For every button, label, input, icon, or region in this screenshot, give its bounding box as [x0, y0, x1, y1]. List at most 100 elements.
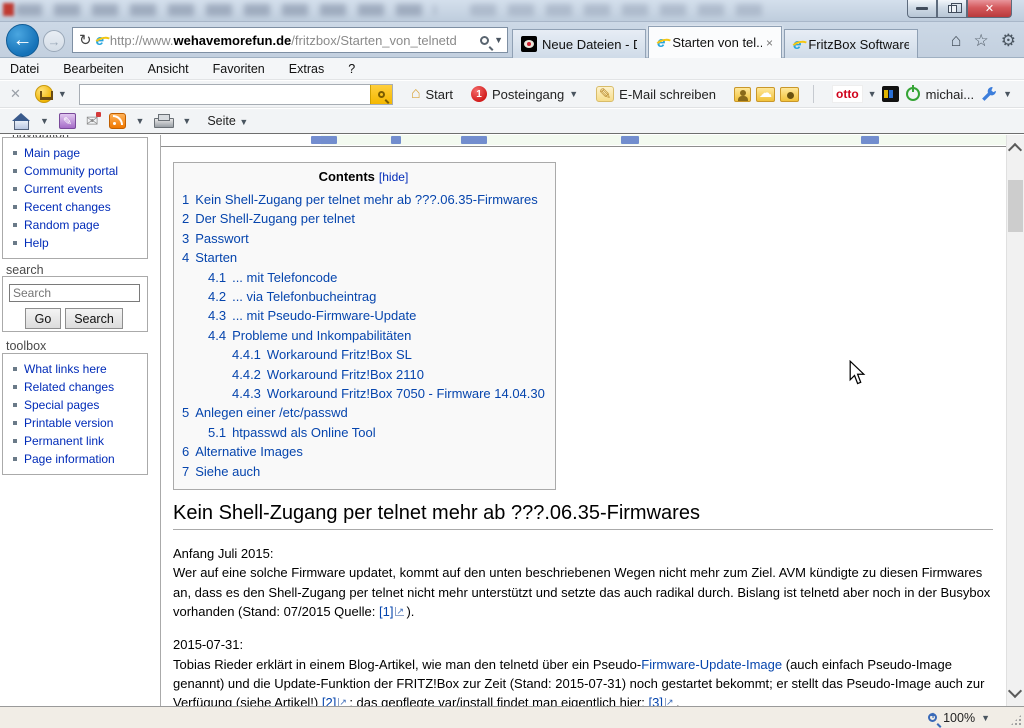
toc-number: 4.4.1 — [232, 347, 261, 362]
chevron-down-icon[interactable]: ▼ — [1003, 89, 1012, 99]
sidebar-link[interactable]: Printable version — [24, 416, 113, 430]
sidebar-link[interactable]: Permanent link — [24, 434, 104, 448]
scroll-down-icon[interactable] — [1010, 688, 1020, 698]
toc-link[interactable]: 4.3... mit Pseudo-Firmware-Update — [208, 308, 416, 323]
shopping-bag-icon[interactable] — [882, 86, 899, 102]
chevron-down-icon[interactable]: ▼ — [182, 116, 191, 126]
start-button[interactable]: ⌂ Start — [411, 85, 453, 103]
chevron-down-icon[interactable]: ▼ — [981, 713, 990, 723]
url-text[interactable]: http://www.wehavemorefun.de/fritzbox/Sta… — [110, 33, 457, 48]
camera-icon[interactable] — [780, 87, 799, 102]
mouse-cursor — [847, 360, 867, 386]
tab-close-icon[interactable]: × — [766, 36, 773, 50]
go-button[interactable]: Go — [25, 308, 61, 329]
toc-link[interactable]: 4.2... via Telefonbucheintrag — [208, 289, 376, 304]
wiki-search-input[interactable] — [9, 284, 140, 302]
tab-neue-dateien[interactable]: Neue Dateien - Do... — [512, 29, 646, 58]
toc-link[interactable]: 4Starten — [182, 250, 237, 265]
chevron-down-icon[interactable]: ▼ — [868, 89, 877, 99]
sidebar-link[interactable]: Current events — [24, 182, 103, 196]
sidebar-link[interactable]: Recent changes — [24, 200, 111, 214]
toc-link[interactable]: 5Anlegen einer /etc/passwd — [182, 405, 348, 420]
menu-item[interactable]: Bearbeiten — [63, 62, 123, 76]
toolbar-logo-icon[interactable] — [35, 85, 53, 103]
address-bar[interactable]: ↻ e http://www.wehavemorefun.de/fritzbox… — [72, 27, 508, 53]
search-icon[interactable] — [480, 36, 489, 45]
toc-link[interactable]: 7Siehe auch — [182, 464, 260, 479]
close-button[interactable]: ✕ — [967, 0, 1012, 18]
toc-number: 4.4.3 — [232, 386, 261, 401]
menu-item[interactable]: Datei — [10, 62, 39, 76]
chevron-down-icon[interactable]: ▼ — [494, 35, 503, 45]
tab-fritzbox-software[interactable]: e FritzBox Software ... — [784, 29, 918, 58]
toolbar-search-button[interactable] — [370, 85, 392, 104]
toc-link[interactable]: 2Der Shell-Zugang per telnet — [182, 211, 355, 226]
sidebar-link[interactable]: Main page — [24, 146, 80, 160]
chevron-down-icon[interactable]: ▼ — [569, 89, 578, 99]
restore-button[interactable] — [937, 0, 967, 18]
toc-link[interactable]: 3Passwort — [182, 231, 249, 246]
forward-button[interactable]: → — [43, 30, 65, 52]
toc-link[interactable]: 4.4.3Workaround Fritz!Box 7050 - Firmwar… — [232, 386, 545, 401]
toc-link[interactable]: 4.1... mit Telefoncode — [208, 270, 337, 285]
chevron-down-icon[interactable]: ▼ — [40, 116, 49, 126]
menu-item[interactable]: ? — [348, 62, 355, 76]
reference-link-2[interactable]: [2] — [322, 695, 336, 706]
settings-wrench-icon[interactable] — [980, 86, 997, 103]
chevron-down-icon[interactable]: ▼ — [58, 89, 67, 99]
tools-gear-icon[interactable]: ⚙ — [1001, 31, 1016, 51]
user-label[interactable]: michai... — [926, 87, 974, 102]
toc-link[interactable]: 6Alternative Images — [182, 444, 303, 459]
page-menu-button[interactable]: Seite ▼ — [207, 114, 248, 128]
reference-link-3[interactable]: [3] — [649, 695, 663, 706]
scroll-up-icon[interactable] — [1010, 143, 1020, 153]
tab-starten-von-telnetd[interactable]: e Starten von tel... × — [648, 26, 782, 58]
toolbar-search-input[interactable] — [80, 86, 370, 103]
home-icon[interactable] — [12, 114, 30, 129]
edit-save-icon[interactable]: ✎ — [59, 113, 76, 129]
chevron-down-icon[interactable]: ▼ — [136, 116, 145, 126]
sidebar-link[interactable]: Random page — [24, 218, 99, 232]
toc-link[interactable]: 4.4.1Workaround Fritz!Box SL — [232, 347, 412, 362]
menu-item[interactable]: Ansicht — [148, 62, 189, 76]
resize-grip[interactable] — [1010, 714, 1022, 726]
toc-link[interactable]: 4.4Probleme und Inkompabilitäten — [208, 328, 411, 343]
menu-item[interactable]: Extras — [289, 62, 324, 76]
rss-feed-icon[interactable] — [109, 113, 126, 129]
sidebar-link[interactable]: Page information — [24, 452, 115, 466]
menu-item[interactable]: Favoriten — [213, 62, 265, 76]
reference-link-1[interactable]: [1] — [379, 604, 393, 619]
toc-link[interactable]: 4.4.2Workaround Fritz!Box 2110 — [232, 367, 424, 382]
sidebar-link[interactable]: What links here — [24, 362, 107, 376]
list-item: Community portal — [9, 162, 147, 180]
home-icon[interactable]: ⌂ — [951, 30, 962, 51]
scrollbar-thumb[interactable] — [1008, 180, 1023, 232]
back-button[interactable]: ← — [6, 24, 39, 57]
sidebar-link[interactable]: Community portal — [24, 164, 118, 178]
logout-power-icon[interactable] — [906, 87, 920, 101]
print-icon[interactable] — [154, 114, 172, 128]
title-bar[interactable]: ✕ — [0, 0, 1024, 22]
toolbar-close-icon[interactable]: ✕ — [10, 86, 21, 102]
tab-label: Starten von tel... — [672, 35, 762, 50]
refresh-icon[interactable]: ↻ — [79, 31, 92, 49]
zoom-control[interactable]: 100% ▼ — [928, 711, 990, 725]
otto-button[interactable]: otto ▼ — [832, 85, 899, 103]
vertical-scrollbar[interactable] — [1006, 135, 1024, 706]
search-button[interactable]: Search — [65, 308, 123, 329]
minimize-button[interactable] — [907, 0, 937, 18]
firmware-update-image-link[interactable]: Firmware-Update-Image — [641, 657, 782, 672]
cloud-icon[interactable] — [756, 87, 775, 102]
list-item: Permanent link — [9, 432, 147, 450]
email-icon[interactable]: ✉ — [86, 112, 99, 130]
contacts-icon[interactable] — [734, 87, 751, 102]
inbox-button[interactable]: 1 Posteingang ▼ — [471, 86, 578, 102]
toc-link[interactable]: 5.1htpasswd als Online Tool — [208, 425, 376, 440]
sidebar-link[interactable]: Special pages — [24, 398, 99, 412]
toc-hide-link[interactable]: [hide] — [379, 170, 408, 184]
toc-link[interactable]: 1Kein Shell-Zugang per telnet mehr ab ??… — [182, 192, 538, 207]
sidebar-link[interactable]: Help — [24, 236, 49, 250]
favorites-star-icon[interactable]: ☆ — [974, 31, 989, 51]
sidebar-link[interactable]: Related changes — [24, 380, 114, 394]
compose-email-button[interactable]: ✎ E-Mail schreiben — [596, 86, 716, 102]
